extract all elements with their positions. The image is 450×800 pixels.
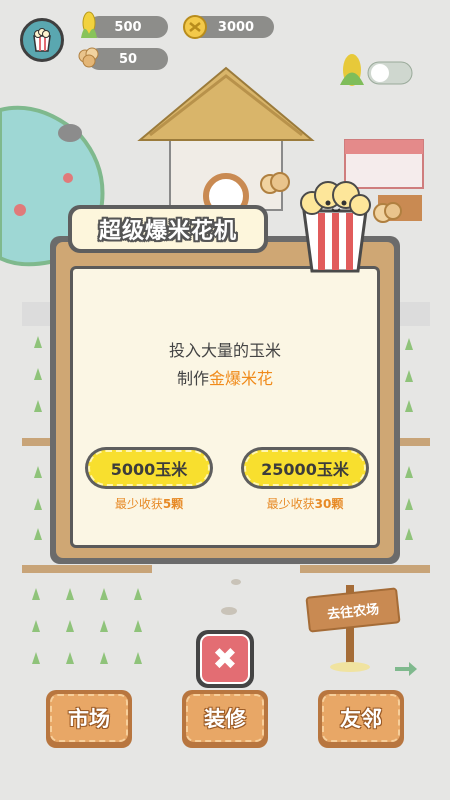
modal-title-inner: 超级爆米花机 <box>72 209 264 249</box>
corn-count-pill: 500 <box>88 16 168 38</box>
option-25000-min-prefix: 最少收获 <box>266 497 315 511</box>
modal-title-plate: 超级爆米花机 <box>68 205 268 253</box>
popcorn-icon <box>78 47 99 68</box>
popcorn-kernel-icon <box>260 172 290 194</box>
modal-content-panel: 投入大量的玉米 制作金爆米花 5000玉米 最少收获5颗 25000玉米 最少收… <box>70 266 380 548</box>
popcorn-count: 50 <box>118 51 138 67</box>
option-25000-corn-button[interactable]: 25000玉米 <box>241 447 369 489</box>
popcorn-machine-modal: 投入大量的玉米 制作金爆米花 5000玉米 最少收获5颗 25000玉米 最少收… <box>50 236 400 564</box>
option-5000-min-yield: 最少收获5颗 <box>84 495 214 512</box>
golden-popcorn-highlight: 金爆米花 <box>209 369 274 388</box>
option-25000-min-value: 30颗 <box>314 497 344 511</box>
popcorn-shop-icon[interactable] <box>20 18 64 62</box>
market-label: 市场 <box>50 694 128 742</box>
popcorn-bucket-icon <box>33 28 51 52</box>
option-5000-label: 5000玉米 <box>88 450 210 486</box>
popcorn-kernel-icon <box>373 202 402 223</box>
market-button[interactable]: 市场 <box>46 690 132 748</box>
gold-coin-icon <box>183 15 207 39</box>
option-25000-label: 25000玉米 <box>244 450 366 486</box>
modal-title: 超级爆米花机 <box>98 219 237 244</box>
corn-icon <box>81 11 97 38</box>
option-5000-min-prefix: 最少收获 <box>114 497 163 511</box>
option-5000-min-value: 5颗 <box>162 497 184 511</box>
corn-count: 500 <box>114 19 142 35</box>
friends-label: 友邻 <box>322 694 400 742</box>
friends-button[interactable]: 友邻 <box>318 690 404 748</box>
decorate-label: 装修 <box>186 694 264 742</box>
modal-description-line1: 投入大量的玉米 <box>168 341 281 360</box>
decorate-button[interactable]: 装修 <box>182 690 268 748</box>
gold-coin-count: 3000 <box>217 19 255 35</box>
close-icon: ✖ <box>200 634 250 684</box>
modal-frame: 投入大量的玉米 制作金爆米花 5000玉米 最少收获5颗 25000玉米 最少收… <box>56 242 394 558</box>
description-prefix: 制作 <box>176 369 209 388</box>
popcorn-bucket-mascot-icon <box>300 181 371 273</box>
modal-description-line2: 制作金爆米花 <box>73 365 377 389</box>
go-to-farm-label: 去往农场 <box>326 601 380 623</box>
close-modal-button[interactable]: ✖ <box>196 630 254 688</box>
option-25000-min-yield: 最少收获30颗 <box>240 495 370 512</box>
option-5000-corn-button[interactable]: 5000玉米 <box>85 447 213 489</box>
